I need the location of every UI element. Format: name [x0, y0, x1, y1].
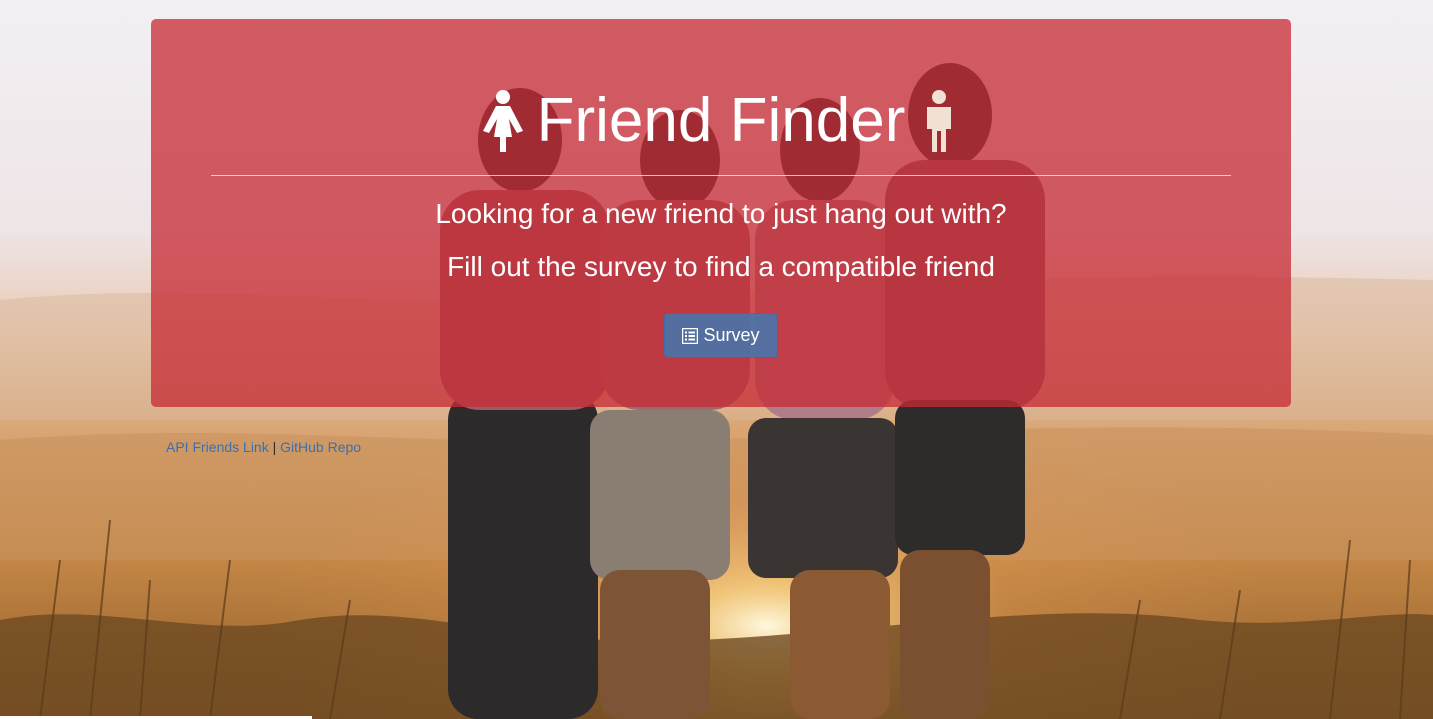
male-icon — [927, 90, 952, 152]
survey-button[interactable]: Survey — [664, 313, 778, 358]
page-title: Friend Finder — [151, 81, 1291, 161]
list-alt-icon — [682, 327, 699, 344]
title-text: Friend Finder — [536, 86, 906, 155]
jumbotron: Friend Finder Looking for a new friend t… — [151, 19, 1291, 407]
lead-line-2: Fill out the survey to find a compatible… — [447, 251, 995, 282]
survey-button-label: Survey — [703, 325, 760, 345]
footer-links: API Friends Link | GitHub Repo — [166, 438, 361, 456]
title-divider — [211, 175, 1231, 176]
github-repo-link[interactable]: GitHub Repo — [280, 439, 361, 455]
female-icon — [482, 90, 523, 152]
page: Friend Finder Looking for a new friend t… — [0, 0, 1433, 719]
lead-line-1: Looking for a new friend to just hang ou… — [435, 198, 1007, 229]
link-separator: | — [272, 439, 277, 455]
api-friends-link[interactable]: API Friends Link — [166, 439, 269, 455]
